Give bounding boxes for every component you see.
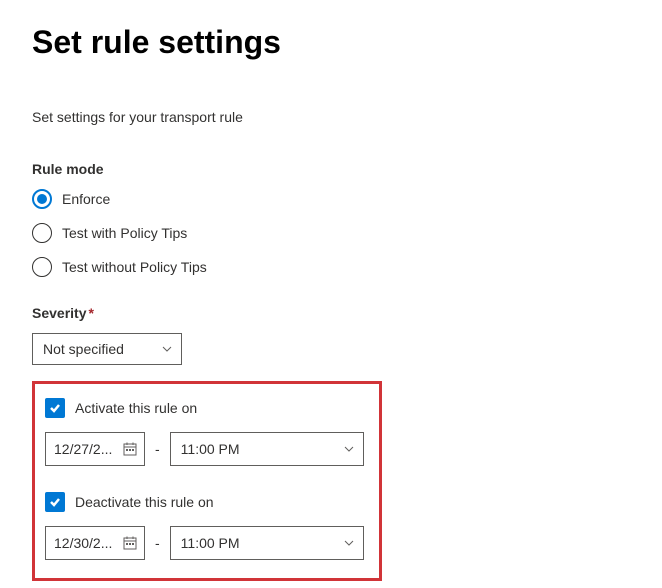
severity-value: Not specified bbox=[43, 341, 124, 357]
dash-separator: - bbox=[155, 535, 160, 551]
radio-label: Enforce bbox=[62, 191, 110, 207]
rule-mode-group: Enforce Test with Policy Tips Test witho… bbox=[32, 189, 630, 277]
activate-date-value: 12/27/2... bbox=[54, 441, 112, 457]
rule-mode-label: Rule mode bbox=[32, 161, 630, 177]
deactivate-date-input[interactable]: 12/30/2... bbox=[45, 526, 145, 560]
calendar-icon bbox=[122, 535, 138, 551]
radio-test-with-tips[interactable]: Test with Policy Tips bbox=[32, 223, 630, 243]
page-title: Set rule settings bbox=[32, 24, 630, 61]
chevron-down-icon bbox=[161, 343, 173, 355]
radio-circle-icon bbox=[32, 223, 52, 243]
deactivate-date-value: 12/30/2... bbox=[54, 535, 112, 551]
check-icon bbox=[49, 496, 61, 508]
deactivate-time-value: 11:00 PM bbox=[181, 535, 240, 551]
calendar-icon bbox=[122, 441, 138, 457]
deactivate-label: Deactivate this rule on bbox=[75, 494, 214, 510]
chevron-down-icon bbox=[343, 537, 355, 549]
radio-test-without-tips[interactable]: Test without Policy Tips bbox=[32, 257, 630, 277]
activate-time-select[interactable]: 11:00 PM bbox=[170, 432, 364, 466]
schedule-highlight: Activate this rule on 12/27/2... - 11:00… bbox=[32, 381, 382, 581]
severity-select[interactable]: Not specified bbox=[32, 333, 182, 365]
radio-enforce[interactable]: Enforce bbox=[32, 189, 630, 209]
severity-label: Severity* bbox=[32, 305, 630, 321]
chevron-down-icon bbox=[343, 443, 355, 455]
required-indicator: * bbox=[88, 305, 93, 321]
radio-label: Test without Policy Tips bbox=[62, 259, 207, 275]
activate-date-input[interactable]: 12/27/2... bbox=[45, 432, 145, 466]
radio-circle-icon bbox=[32, 189, 52, 209]
page-description: Set settings for your transport rule bbox=[32, 109, 630, 125]
dash-separator: - bbox=[155, 441, 160, 457]
radio-circle-icon bbox=[32, 257, 52, 277]
check-icon bbox=[49, 402, 61, 414]
deactivate-time-select[interactable]: 11:00 PM bbox=[170, 526, 364, 560]
activate-checkbox[interactable] bbox=[45, 398, 65, 418]
radio-label: Test with Policy Tips bbox=[62, 225, 187, 241]
deactivate-checkbox[interactable] bbox=[45, 492, 65, 512]
activate-label: Activate this rule on bbox=[75, 400, 197, 416]
activate-time-value: 11:00 PM bbox=[181, 441, 240, 457]
